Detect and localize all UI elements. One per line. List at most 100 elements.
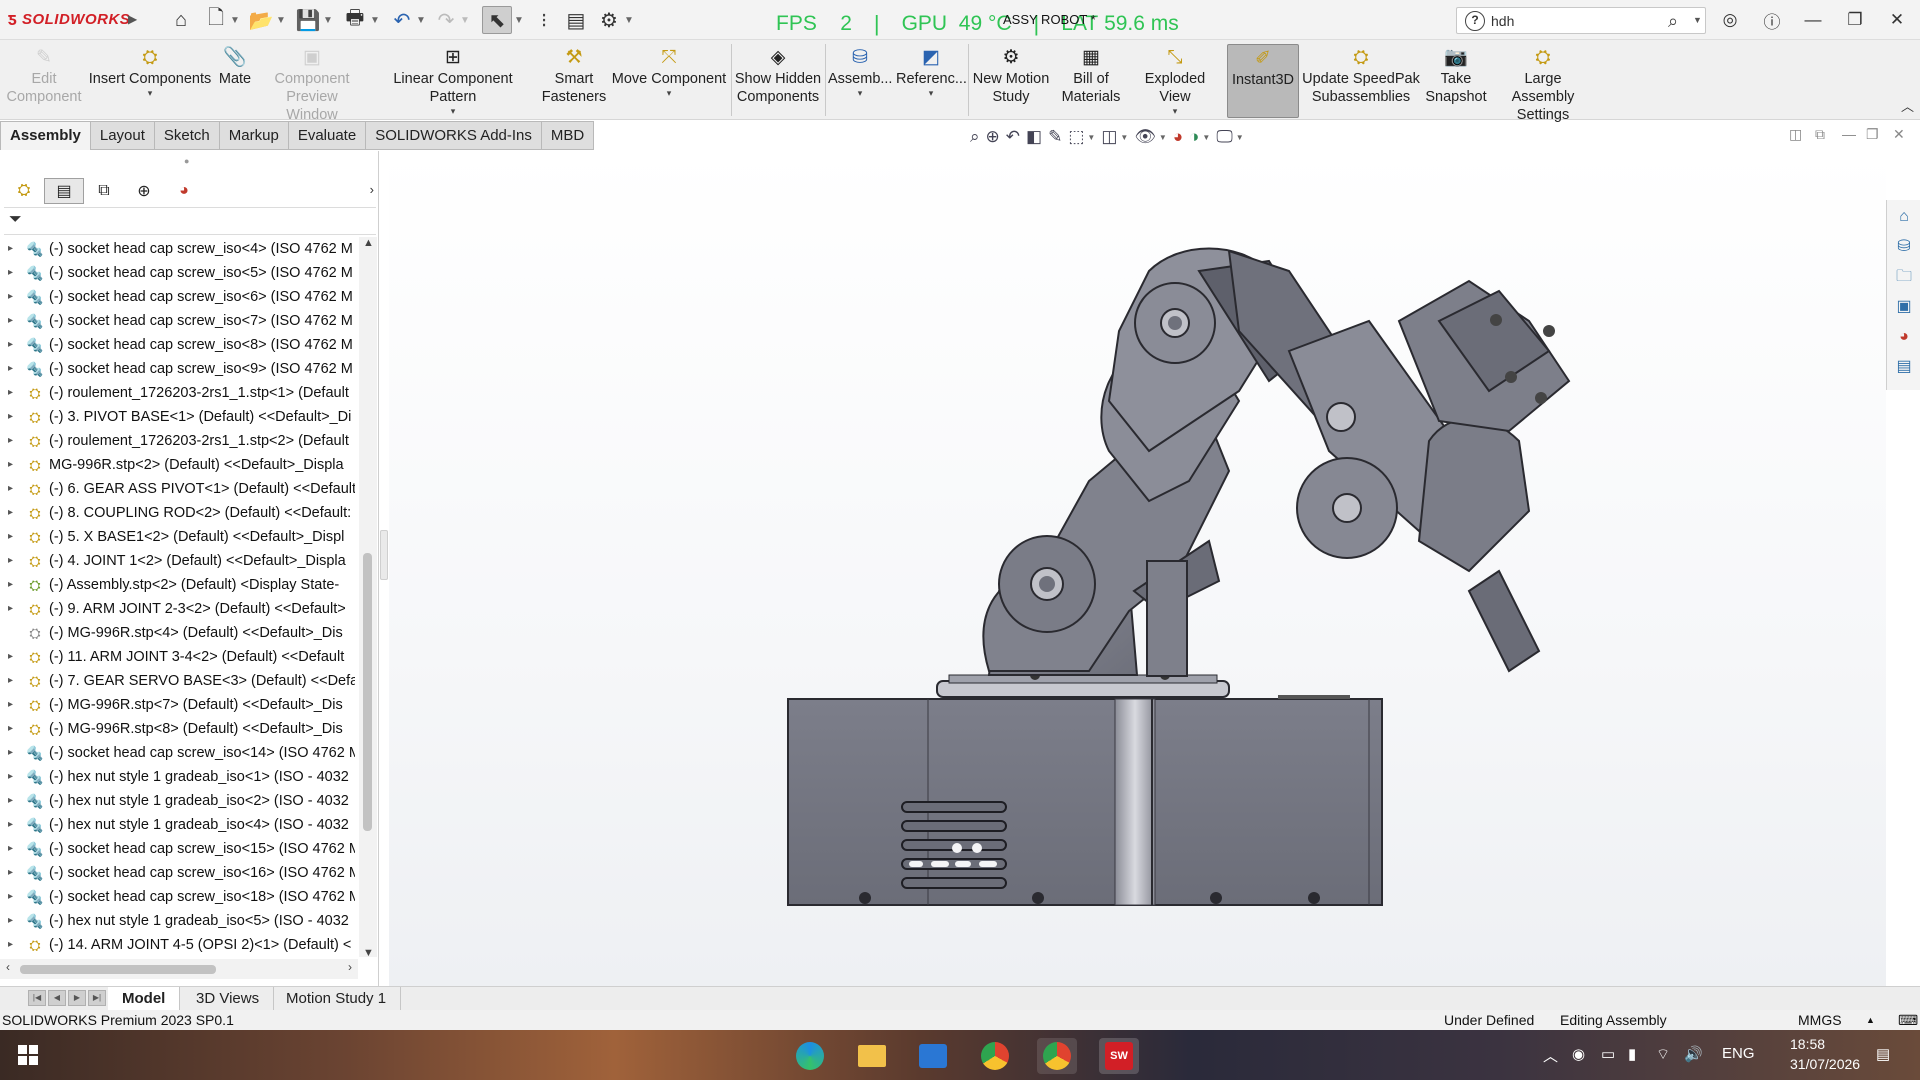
- battery-icon[interactable]: ▮: [1628, 1045, 1636, 1063]
- tree-item[interactable]: ▸ ⛭ (-) 11. ARM JOINT 3-4<2> (Default) <<D…: [0, 645, 358, 669]
- new-dropdown-icon[interactable]: ▼: [230, 6, 240, 34]
- exploded-view-dropdown-icon[interactable]: ▾: [1128, 106, 1222, 116]
- tree-item[interactable]: ▸ 🔩 (-) socket head cap screw_iso<5> (ISO …: [0, 261, 358, 285]
- viewport-close-icon[interactable]: ✕: [1893, 126, 1905, 143]
- more-tabs-arrow-icon[interactable]: ›: [370, 182, 374, 197]
- clock[interactable]: 18:58 31/07/2026: [1790, 1034, 1860, 1074]
- solidworks-taskbar-icon[interactable]: SW: [1099, 1038, 1139, 1074]
- zoom-to-area-icon[interactable]: ⊕: [986, 127, 1000, 147]
- file-properties-icon[interactable]: ▤: [563, 6, 589, 34]
- expand-arrow-icon[interactable]: ▸: [8, 909, 13, 933]
- insert-components-button[interactable]: ⛭ Insert Components ▾: [88, 44, 212, 118]
- apply-scene-icon[interactable]: ◑: [1189, 127, 1199, 147]
- graphics-area[interactable]: Y Z: [389, 151, 1886, 1069]
- windows-start-icon[interactable]: [18, 1045, 38, 1065]
- design-library-icon[interactable]: ⛁: [1893, 236, 1915, 258]
- last-tab-icon[interactable]: ▶|: [88, 990, 106, 1006]
- chrome-profile-icon[interactable]: [1037, 1038, 1077, 1074]
- move-component-button[interactable]: ⤧ Move Component ▾: [610, 44, 728, 118]
- print-dropdown-icon[interactable]: ▼: [370, 6, 380, 34]
- account-icon[interactable]: ◎: [1713, 6, 1747, 34]
- expand-arrow-icon[interactable]: ▸: [8, 933, 13, 955]
- expand-arrow-icon[interactable]: ▸: [8, 717, 13, 741]
- smart-fasteners-button[interactable]: ⚒ Smart Fasteners: [540, 44, 608, 118]
- zoom-to-fit-icon[interactable]: ⌕: [970, 127, 980, 147]
- viewport-split-icon[interactable]: ◫: [1789, 126, 1802, 143]
- expand-arrow-icon[interactable]: ▸: [8, 789, 13, 813]
- units-selector[interactable]: MMGS: [1798, 1010, 1842, 1030]
- tree-item[interactable]: ▸ 🔩 (-) socket head cap screw_iso<16> (ISO…: [0, 861, 358, 885]
- view-orientation-dropdown-icon[interactable]: ▼: [1087, 133, 1095, 142]
- tree-item[interactable]: ▸ ⛭ (-) roulement_1726203-2rs1_1.stp<2> (D…: [0, 429, 358, 453]
- instant3d-button[interactable]: ✐ Instant3D: [1227, 44, 1299, 118]
- reference-geometry-button[interactable]: ◩ Referenc... ▾: [896, 44, 967, 118]
- expand-arrow-icon[interactable]: ▸: [8, 237, 13, 261]
- expand-arrow-icon[interactable]: ▸: [8, 669, 13, 693]
- tree-item[interactable]: ▸ ⛭ (-) MG-996R.stp<8> (Default) <<Default…: [0, 717, 358, 741]
- custom-properties-icon[interactable]: ▤: [1893, 356, 1915, 378]
- select-dropdown-icon[interactable]: ▼: [514, 6, 524, 34]
- dimxpert-tab-icon[interactable]: ⊕: [124, 178, 164, 204]
- tree-item[interactable]: ▸ 🔩 (-) hex nut style 1 gradeab_iso<1> (IS…: [0, 765, 358, 789]
- edge-browser-icon[interactable]: [790, 1038, 830, 1074]
- tree-item[interactable]: ▸ 🔩 (-) hex nut style 1 gradeab_iso<5> (IS…: [0, 909, 358, 933]
- hide-show-items-icon[interactable]: 👁: [1134, 127, 1156, 147]
- save-dropdown-icon[interactable]: ▼: [323, 6, 333, 34]
- expand-arrow-icon[interactable]: ▸: [8, 381, 13, 405]
- hscroll-thumb[interactable]: [20, 965, 216, 974]
- mate-button[interactable]: 📎 Mate: [214, 44, 256, 118]
- tab-sketch[interactable]: Sketch: [154, 121, 220, 150]
- new-document-icon[interactable]: 🗋: [204, 6, 228, 34]
- tree-item[interactable]: ▸ 🔩 (-) socket head cap screw_iso<7> (ISO …: [0, 309, 358, 333]
- expand-arrow-icon[interactable]: ▸: [8, 765, 13, 789]
- expand-arrow-icon[interactable]: ▸: [8, 357, 13, 381]
- tree-item[interactable]: ▸ 🔩 (-) socket head cap screw_iso<4> (ISO …: [0, 237, 358, 261]
- print-icon[interactable]: 🖶: [342, 6, 368, 34]
- volume-icon[interactable]: 🔊: [1684, 1045, 1703, 1063]
- filter-icon[interactable]: ⏷: [9, 211, 22, 229]
- expand-arrow-icon[interactable]: ▸: [8, 837, 13, 861]
- tray-app-icon[interactable]: ◉: [1572, 1045, 1585, 1063]
- save-icon[interactable]: 💾: [295, 6, 321, 34]
- collapse-ribbon-icon[interactable]: ︿: [1901, 96, 1914, 115]
- tree-item[interactable]: ▸ ⛭ (-) 9. ARM JOINT 2-3<2> (Default) <<De…: [0, 597, 358, 621]
- tree-item[interactable]: ▸ ⛭ (-) 8. COUPLING ROD<2> (Default) <<Def…: [0, 501, 358, 525]
- expand-arrow-icon[interactable]: ▸: [8, 501, 13, 525]
- panel-splitter[interactable]: [380, 530, 388, 580]
- linear-pattern-dropdown-icon[interactable]: ▾: [368, 106, 538, 116]
- panel-grip-icon[interactable]: ●: [184, 156, 189, 166]
- first-tab-icon[interactable]: |◀: [28, 990, 46, 1006]
- configurationmanager-tab-icon[interactable]: ⧉: [84, 178, 124, 204]
- language-indicator[interactable]: ENG: [1722, 1045, 1755, 1062]
- tab-mbd[interactable]: MBD: [541, 121, 595, 150]
- close-icon[interactable]: ✕: [1880, 6, 1914, 34]
- scroll-left-icon[interactable]: ‹: [6, 960, 10, 974]
- tab-evaluate[interactable]: Evaluate: [288, 121, 367, 150]
- prev-tab-icon[interactable]: ◀: [48, 990, 66, 1006]
- open-dropdown-icon[interactable]: ▼: [276, 6, 286, 34]
- displaymanager-tab-icon[interactable]: ◕: [164, 178, 204, 204]
- outlook-icon[interactable]: [913, 1038, 953, 1074]
- viewport-link-icon[interactable]: ⧉: [1815, 126, 1825, 143]
- minimize-icon[interactable]: —: [1796, 6, 1830, 34]
- tree-item[interactable]: ▸ ⛭ MG-996R.stp<2> (Default) <<Default>_Di…: [0, 453, 358, 477]
- expand-arrow-icon[interactable]: ▸: [8, 741, 13, 765]
- tab-model[interactable]: Model: [108, 987, 181, 1011]
- tree-item[interactable]: ▸ ⛭ (-) 4. JOINT 1<2> (Default) <<Default>…: [0, 549, 358, 573]
- tree-item[interactable]: ▸ 🔩 (-) socket head cap screw_iso<9> (ISO …: [0, 357, 358, 381]
- tree-item[interactable]: ▸ ⛭ (-) 14. ARM JOINT 4-5 (OPSI 2)<1> (Def…: [0, 933, 358, 955]
- notification-icon[interactable]: ▤: [1876, 1045, 1890, 1063]
- expand-arrow-icon[interactable]: ▸: [8, 525, 13, 549]
- tree-item[interactable]: ⛭ (-) MG-996R.stp<4> (Default) <<Default>…: [0, 621, 358, 645]
- scroll-right-icon[interactable]: ›: [348, 960, 352, 974]
- expand-arrow-icon[interactable]: ▸: [8, 453, 13, 477]
- tree-item[interactable]: ▸ 🔩 (-) hex nut style 1 gradeab_iso<2> (IS…: [0, 789, 358, 813]
- file-explorer-icon[interactable]: 🗀: [1893, 266, 1915, 288]
- tooltip-toggle-icon[interactable]: ⌨: [1898, 1010, 1918, 1030]
- reference-geometry-dropdown-icon[interactable]: ▾: [896, 88, 966, 98]
- undo-dropdown-icon[interactable]: ▼: [416, 6, 426, 34]
- tree-item[interactable]: ▸ ⛭ (-) 6. GEAR ASS PIVOT<1> (Default) <<D…: [0, 477, 358, 501]
- scroll-thumb[interactable]: [363, 553, 372, 831]
- robot-arm-model[interactable]: [389, 151, 1886, 988]
- expand-arrow-icon[interactable]: ▸: [8, 333, 13, 357]
